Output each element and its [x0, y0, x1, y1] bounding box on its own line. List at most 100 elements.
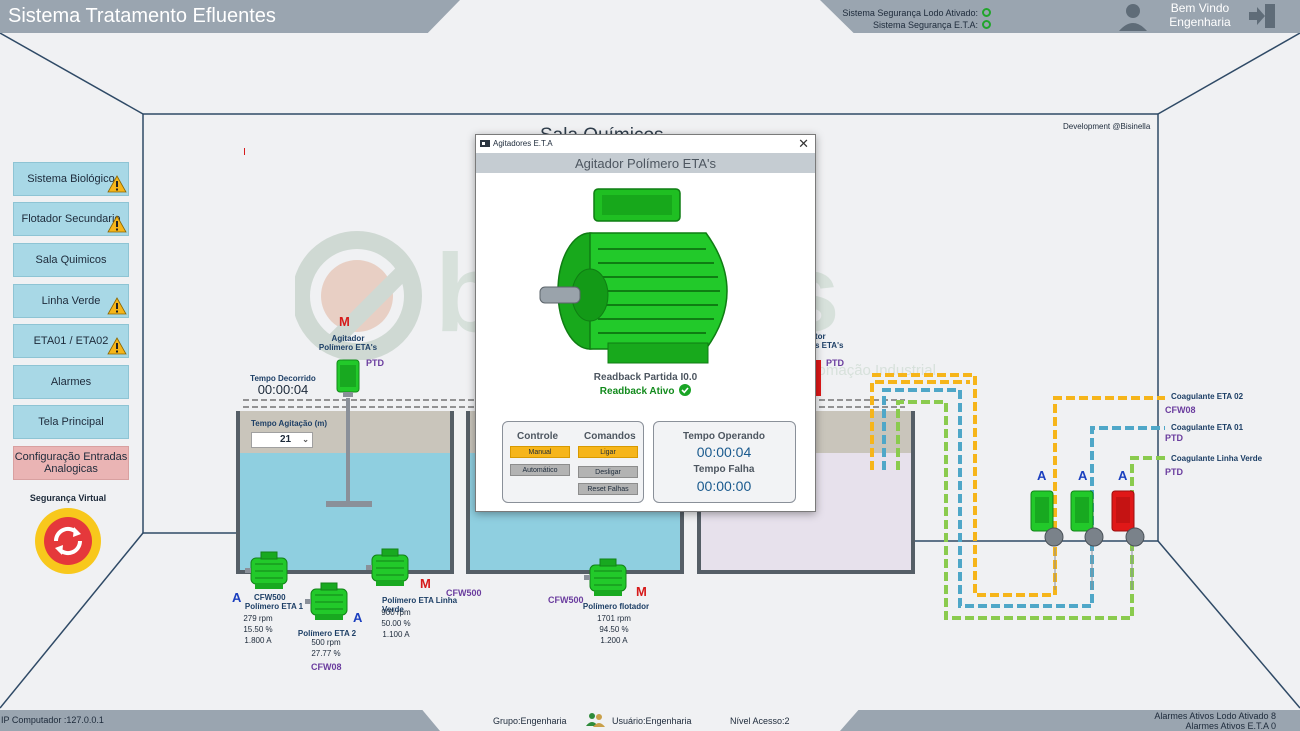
line-coagulante-eta02: Coagulante ETA 02 [1171, 392, 1244, 401]
motor-4-values: 1701 rpm 94.50 % 1.200 A [597, 614, 631, 645]
sidebar-item-sistema-biologico[interactable]: Sistema Biológico [13, 162, 129, 196]
comandos-label: Comandos [584, 431, 636, 442]
motor-1-drive: CFW500 [254, 593, 286, 602]
safety-label: Segurança Virtual [29, 493, 107, 503]
status-lodo-indicator [982, 8, 991, 17]
sidebar-item-tela-principal[interactable]: Tela Principal [13, 405, 129, 439]
footer-ip: IP Computador :127.0.0.1 [1, 715, 104, 725]
footer-alarms: Alarmes Ativos Lodo Ativado 8 Alarmes At… [1100, 711, 1276, 731]
ligar-button[interactable]: Ligar [578, 446, 638, 458]
motor-1-name: Polímero ETA 1 [244, 602, 304, 611]
motor-polimero-linha-verde-icon[interactable] [366, 548, 414, 588]
developer-credit: Development @Bisinella [1063, 122, 1151, 131]
tempo-falha-label: Tempo Falha [693, 464, 755, 475]
agitation-time-select[interactable]: 21 ⌄ [251, 432, 313, 448]
readback-label: Readback Partida I0.0 [593, 372, 698, 383]
motor-1-values: 279 rpm 15.50 % 1.800 A [243, 614, 273, 645]
status-eta-indicator [982, 20, 991, 29]
motor-polimero-eta1-icon[interactable] [245, 551, 293, 591]
motor-2-drive: CFW08 [311, 662, 342, 672]
automatico-button[interactable]: Automático [510, 464, 570, 476]
warning-icon [107, 337, 127, 355]
right-agitator-tag: PTD [826, 358, 844, 368]
tempo-falha-value: 00:00:00 [696, 478, 752, 494]
chevron-down-icon: ⌄ [302, 435, 309, 444]
times-panel: Tempo Operando 00:00:04 Tempo Falha 00:0… [653, 421, 796, 503]
line-coagulante-eta02-tag: CFW08 [1165, 405, 1196, 415]
agitation-time-label: Tempo Agitação (m) [251, 419, 328, 428]
footer-usuario: Usuário:Engenharia [612, 716, 692, 726]
motor-3-mode: M [420, 576, 431, 591]
check-icon [679, 384, 692, 396]
status-eta-label: Sistema Segurança E.T.A: [872, 20, 978, 30]
sidebar-item-alarmes[interactable]: Alarmes [13, 365, 129, 399]
pump-3-mode: A [1118, 468, 1128, 483]
users-icon [586, 713, 605, 727]
controle-label: Controle [517, 431, 559, 442]
alarms-eta: Alarmes Ativos E.T.A 0 [1185, 721, 1276, 731]
line-coagulante-linha-verde-tag: PTD [1165, 467, 1183, 477]
agitator-motor-icon[interactable] [334, 356, 362, 398]
motor-illustration-icon [539, 188, 728, 364]
pump-coagulante-eta01-icon[interactable] [1069, 489, 1105, 549]
motor-polimero-eta2-icon[interactable] [305, 582, 353, 622]
control-panel: Controle Comandos Manual Automático Liga… [502, 421, 644, 503]
agitation-time-value: 21 [280, 434, 292, 445]
sidebar-item-label: Alarmes [50, 376, 92, 388]
footer-grupo: Grupo:Engenharia [493, 716, 567, 726]
sidebar-item-flotador-secundario[interactable]: Flotador Secundario [13, 202, 129, 236]
motor-polimero-flotador-icon[interactable] [584, 558, 632, 598]
warning-icon [107, 297, 127, 315]
window-app-icon [480, 140, 490, 147]
alarms-lodo: Alarmes Ativos Lodo Ativado 8 [1154, 711, 1276, 721]
motor-4-mode: M [636, 584, 647, 599]
pump-coagulante-linha-verde-icon[interactable] [1110, 489, 1146, 549]
sidebar-item-label: Sala Quimicos [35, 254, 107, 266]
sidebar-item-label: Tela Principal [38, 416, 104, 428]
motor-4-name: Polímero flotador [582, 602, 650, 611]
dialog-heading: Agitador Polímero ETA's [575, 156, 716, 171]
sidebar-item-label: Configuração Entradas Analogicas [14, 451, 128, 475]
pump-1-mode: A [1037, 468, 1047, 483]
sidebar-item-sala-quimicos[interactable]: Sala Quimicos [13, 243, 129, 277]
sidebar-item-label: Linha Verde [41, 295, 101, 307]
welcome-text: Bem Vindo Engenharia [1160, 1, 1240, 29]
dialog-title: Agitadores E.T.A [493, 139, 553, 148]
welcome-line: Bem Vindo [1170, 1, 1230, 15]
logout-icon[interactable] [1246, 3, 1278, 29]
sidebar-item-configuracao-entradas[interactable]: Configuração Entradas Analogicas [13, 446, 129, 480]
close-icon[interactable]: ✕ [798, 136, 809, 152]
sidebar-item-label: Sistema Biológico [27, 173, 115, 185]
motor-2-mode: A [353, 610, 363, 625]
tempo-operando-value: 00:00:04 [696, 444, 752, 460]
desligar-button[interactable]: Desligar [578, 466, 638, 478]
agitator-name: Agitador Polímero ETA's [318, 334, 378, 352]
safety-reset-icon[interactable] [34, 507, 102, 575]
agitator-blade [326, 501, 372, 507]
elapsed-time-value: 00:00:04 [257, 382, 309, 397]
readback-status-text: Readback Ativo [599, 386, 675, 397]
sidebar-item-label: ETA01 / ETA02 [33, 335, 109, 347]
status-lodo-label: Sistema Segurança Lodo Ativado: [842, 8, 978, 18]
line-coagulante-linha-verde: Coagulante Linha Verde [1171, 454, 1263, 463]
warning-icon [107, 175, 127, 193]
right-agitator-name: tor s ETA's [815, 332, 844, 350]
agitator-mode: M [339, 314, 350, 329]
tempo-operando-label: Tempo Operando [682, 431, 766, 442]
sidebar-item-label: Flotador Secundario [21, 213, 121, 225]
welcome-user: Engenharia [1169, 15, 1231, 29]
line-coagulante-eta01: Coagulante ETA 01 [1171, 423, 1244, 432]
user-avatar-icon [1119, 4, 1147, 31]
readback-status: Readback Ativo [476, 384, 815, 397]
footer-nivel: Nível Acesso:2 [730, 716, 790, 726]
sidebar-item-eta01-eta02[interactable]: ETA01 / ETA02 [13, 324, 129, 358]
pump-coagulante-eta02-icon[interactable] [1029, 489, 1065, 549]
warning-icon [107, 215, 127, 233]
reset-falhas-button[interactable]: Reset Falhas [578, 483, 638, 495]
sidebar-item-linha-verde[interactable]: Linha Verde [13, 284, 129, 318]
line-coagulante-eta01-tag: PTD [1165, 433, 1183, 443]
manual-button[interactable]: Manual [510, 446, 570, 458]
motor-3-values: 900 rpm 50.00 % 1.100 A [381, 608, 411, 639]
pump-2-mode: A [1078, 468, 1088, 483]
dialog-titlebar[interactable]: Agitadores E.T.A ✕ [476, 135, 815, 153]
